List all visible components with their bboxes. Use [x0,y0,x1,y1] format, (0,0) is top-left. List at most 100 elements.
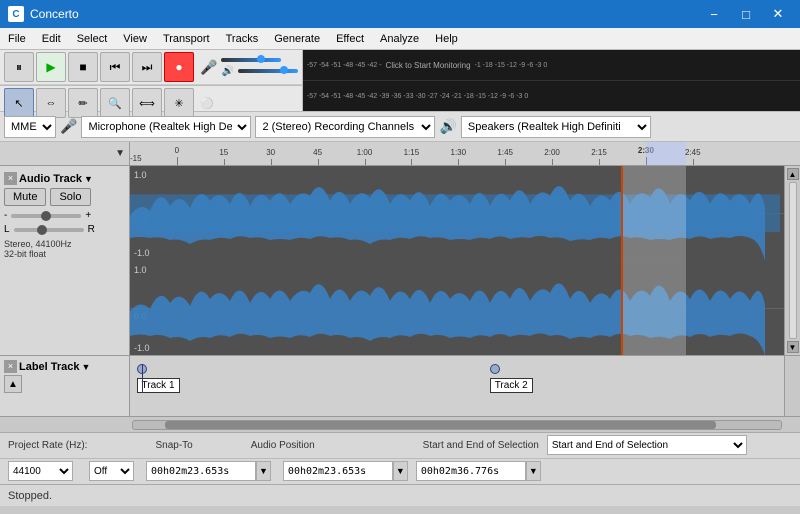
label-track2[interactable]: Track 2 [490,364,533,393]
selection-mode-select[interactable]: Start and End of Selection [547,435,747,455]
vu-scale-bottom: -57 -54 -51 -48 -45 -42 -39 -36 -33 -30 … [307,93,528,100]
svg-text:1.0: 1.0 [134,265,147,275]
skip-end-button[interactable]: ⏭ [132,52,162,82]
menu-select[interactable]: Select [69,28,116,49]
playhead [621,166,623,355]
snap-to-label: Snap-To [155,440,192,451]
timeline-ruler: ▼ -15 0 15 30 45 1:00 1:15 1:30 [0,142,800,166]
close-button[interactable]: ✕ [764,4,792,24]
solo-button[interactable]: Solo [50,188,90,206]
label-track-content[interactable]: Track 1 Track 2 [130,356,784,416]
selection-label: Start and End of Selection [423,440,539,451]
menu-tracks[interactable]: Tracks [218,28,267,49]
vu-scale-top: -57 -54 -51 -48 -45 -42 - [307,62,382,69]
ruler-scale: -15 0 15 30 45 1:00 1:15 1:30 1:45 2:00 [130,142,800,165]
envelope-tool[interactable]: ⇔ [36,88,66,118]
mic-device-icon: 🎤 [60,118,77,135]
tick-0: 0 [175,146,179,155]
sel-end-dropdown[interactable]: ▼ [526,461,541,481]
project-rate-select[interactable]: 44100 [8,461,73,481]
label-track-controls: × Label Track ▼ ▲ [0,356,130,416]
menu-bar: File Edit Select View Transport Tracks G… [0,28,800,50]
track-info: Stereo, 44100Hz 32-bit float [4,239,125,259]
hscrollbar-thumb[interactable] [165,421,716,429]
snap-to-select[interactable]: Off [89,461,134,481]
skip-start-button[interactable]: ⏮ [100,52,130,82]
channels-select[interactable]: 2 (Stereo) Recording Channels [255,116,435,138]
label-track: × Label Track ▼ ▲ Track 1 [0,356,800,416]
menu-transport[interactable]: Transport [155,28,218,49]
pause-button[interactable]: ⏸ [4,52,34,82]
menu-help[interactable]: Help [427,28,466,49]
multi-tool[interactable]: ✳ [164,88,194,118]
selection-tool[interactable]: ↖ [4,88,34,118]
vu-click-label[interactable]: Click to Start Monitoring [386,61,471,70]
app-icon: C [8,6,24,22]
hscrollbar-track[interactable] [132,420,782,430]
zoom-tool[interactable]: 🔍 [100,88,130,118]
status-text: Stopped. [8,490,52,502]
tick-15: 15 [219,148,228,157]
label-track-dropdown[interactable]: ▼ [82,362,91,372]
svg-text:-1.0: -1.0 [134,248,150,258]
waveform-top: 1.0 0.0 -1.0 [130,166,784,261]
audio-track-dropdown[interactable]: ▼ [84,174,93,184]
speaker-icon: 🔊 [439,118,456,135]
mic-icon: 🎤 [200,59,217,76]
mute-button[interactable]: Mute [4,188,46,206]
minimize-button[interactable]: − [700,4,728,24]
stop-button[interactable]: ■ [68,52,98,82]
label-track-close[interactable]: × [4,360,17,373]
vu-meter-area: -57 -54 -51 -48 -45 -42 - Click to Start… [303,50,800,111]
label-text-1[interactable]: Track 1 [137,378,180,393]
label-text-2[interactable]: Track 2 [490,378,533,393]
sel-end-value[interactable]: 00h02m36.776s [416,461,526,481]
audio-pos-dropdown[interactable]: ▼ [256,461,271,481]
menu-edit[interactable]: Edit [34,28,69,49]
svg-text:1.0: 1.0 [134,170,147,180]
sel-start-dropdown[interactable]: ▼ [393,461,408,481]
microphone-select[interactable]: Microphone (Realtek High Defini [81,116,251,138]
transport-toolbar: ⏸ ▶ ■ ⏮ ⏭ ● 🎤 🔊 [0,50,302,85]
device-toolbar: MME 🎤 Microphone (Realtek High Defini 2 … [0,112,800,142]
draw-tool[interactable]: ✏ [68,88,98,118]
audio-host-select[interactable]: MME [4,116,56,138]
app-title: Concerto [30,7,79,21]
menu-analyze[interactable]: Analyze [372,28,427,49]
record-button[interactable]: ● [164,52,194,82]
menu-generate[interactable]: Generate [266,28,328,49]
audio-track-controls: × Audio Track ▼ Mute Solo - + L R [0,166,130,355]
audio-track: × Audio Track ▼ Mute Solo - + L R [0,166,800,356]
label-track1[interactable]: Track 1 [137,364,180,393]
pan-slider[interactable] [14,228,84,232]
play-button[interactable]: ▶ [36,52,66,82]
menu-view[interactable]: View [115,28,155,49]
toolbars-area: ⏸ ▶ ■ ⏮ ⏭ ● 🎤 🔊 ↖ [0,50,800,112]
vu-scale-top-right: -1 -18 -15 -12 -9 -6 -3 0 [475,62,548,69]
title-bar: C Concerto − □ ✕ [0,0,800,28]
label-track-up[interactable]: ▲ [4,375,22,393]
audio-position-value[interactable]: 00h02m23.653s [146,461,256,481]
audio-track-close[interactable]: × [4,172,17,185]
selection-highlight [621,166,686,355]
tracks-area: ▼ -15 0 15 30 45 1:00 1:15 1:30 [0,142,800,432]
menu-effect[interactable]: Effect [328,28,372,49]
speaker-select[interactable]: Speakers (Realtek High Definiti [461,116,651,138]
label-track-name: Label Track [19,361,80,373]
hscrollbar-area[interactable] [0,416,800,432]
tick-minus15: -15 [130,154,142,163]
timeshift-tool[interactable]: ⟺ [132,88,162,118]
maximize-button[interactable]: □ [732,4,760,24]
label-pin-2[interactable] [490,364,500,374]
audio-pos-label: Audio Position [251,440,315,451]
sel-start-value[interactable]: 00h02m23.653s [283,461,393,481]
audio-waveform[interactable]: 1.0 0.0 -1.0 1.0 0.0 -1.0 [130,166,784,355]
project-rate-label: Project Rate (Hz): [8,440,87,451]
track-vscrollbar[interactable]: ▲ ▼ [784,166,800,355]
svg-text:-1.0: -1.0 [134,343,150,353]
bottom-status-bar: Stopped. [0,484,800,506]
menu-file[interactable]: File [0,28,34,49]
audio-track-name: Audio Track [19,173,82,185]
label-vscrollbar[interactable] [784,356,800,416]
volume-slider[interactable] [11,214,81,218]
